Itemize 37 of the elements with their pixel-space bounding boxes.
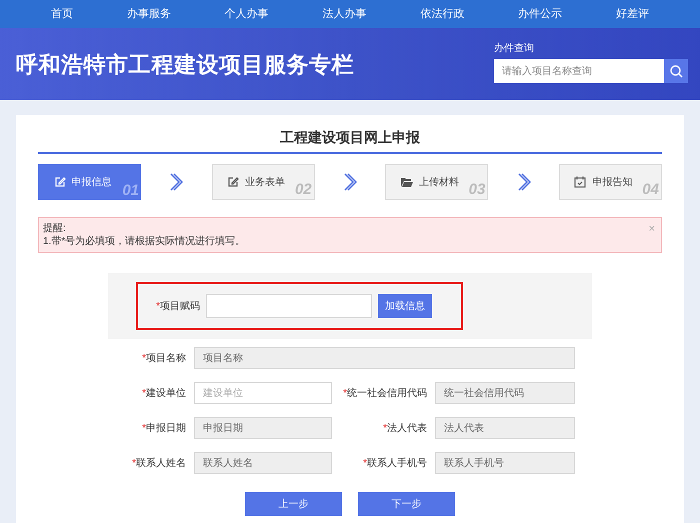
field-label: *项目名称 [141, 352, 186, 366]
field-label: *联系人姓名 [131, 456, 186, 470]
form-title: 工程建设项目网上申报 [38, 127, 662, 154]
nav-link[interactable]: 法人办事 [314, 6, 374, 22]
folder-icon [400, 176, 413, 188]
field-label: *统一社会信用代码 [342, 386, 427, 400]
field-label: *联系人手机号 [362, 456, 427, 470]
edit-icon [54, 176, 66, 188]
input-field[interactable]: 建设单位 [194, 382, 332, 404]
nav-link[interactable]: 个人办事 [216, 6, 277, 22]
nav-link[interactable]: 依法行政 [412, 6, 472, 22]
field-label: *建设单位 [141, 386, 186, 400]
chevron-icon [169, 173, 184, 191]
edit-icon [227, 176, 240, 188]
nav-link[interactable]: 办件公示 [510, 6, 570, 22]
search-button[interactable] [664, 59, 688, 83]
alert-text: 1.带*号为必填项，请根据实际情况进行填写。 [43, 235, 246, 248]
load-button[interactable]: 加载信息 [378, 294, 432, 318]
calendar-icon [574, 176, 586, 188]
banner-title: 呼和浩特市工程建设项目服务专栏 [16, 50, 354, 78]
step-button[interactable]: 上一步 [245, 492, 342, 516]
nav-link[interactable]: 办事服务 [118, 6, 179, 22]
step-button[interactable]: 下一步 [358, 492, 455, 516]
search-field[interactable]: 请输入项目名称查询 [494, 59, 664, 83]
alert-title: 提醒: [43, 222, 66, 235]
step-tab[interactable]: 申报信息 01 [38, 164, 141, 200]
field-label: *项目赋码 [155, 300, 200, 314]
chevron-icon [516, 173, 531, 191]
nav-link[interactable]: 好差评 [608, 6, 657, 22]
chevron-icon [342, 173, 357, 191]
search-label: 办件查询 [494, 42, 535, 56]
nav-link[interactable]: 首页 [42, 6, 81, 22]
search-icon [670, 64, 682, 78]
step-number: 01 [122, 183, 139, 199]
field-label: *法人代表 [382, 422, 427, 436]
code-field[interactable] [206, 294, 372, 318]
field-label: *申报日期 [141, 422, 186, 436]
